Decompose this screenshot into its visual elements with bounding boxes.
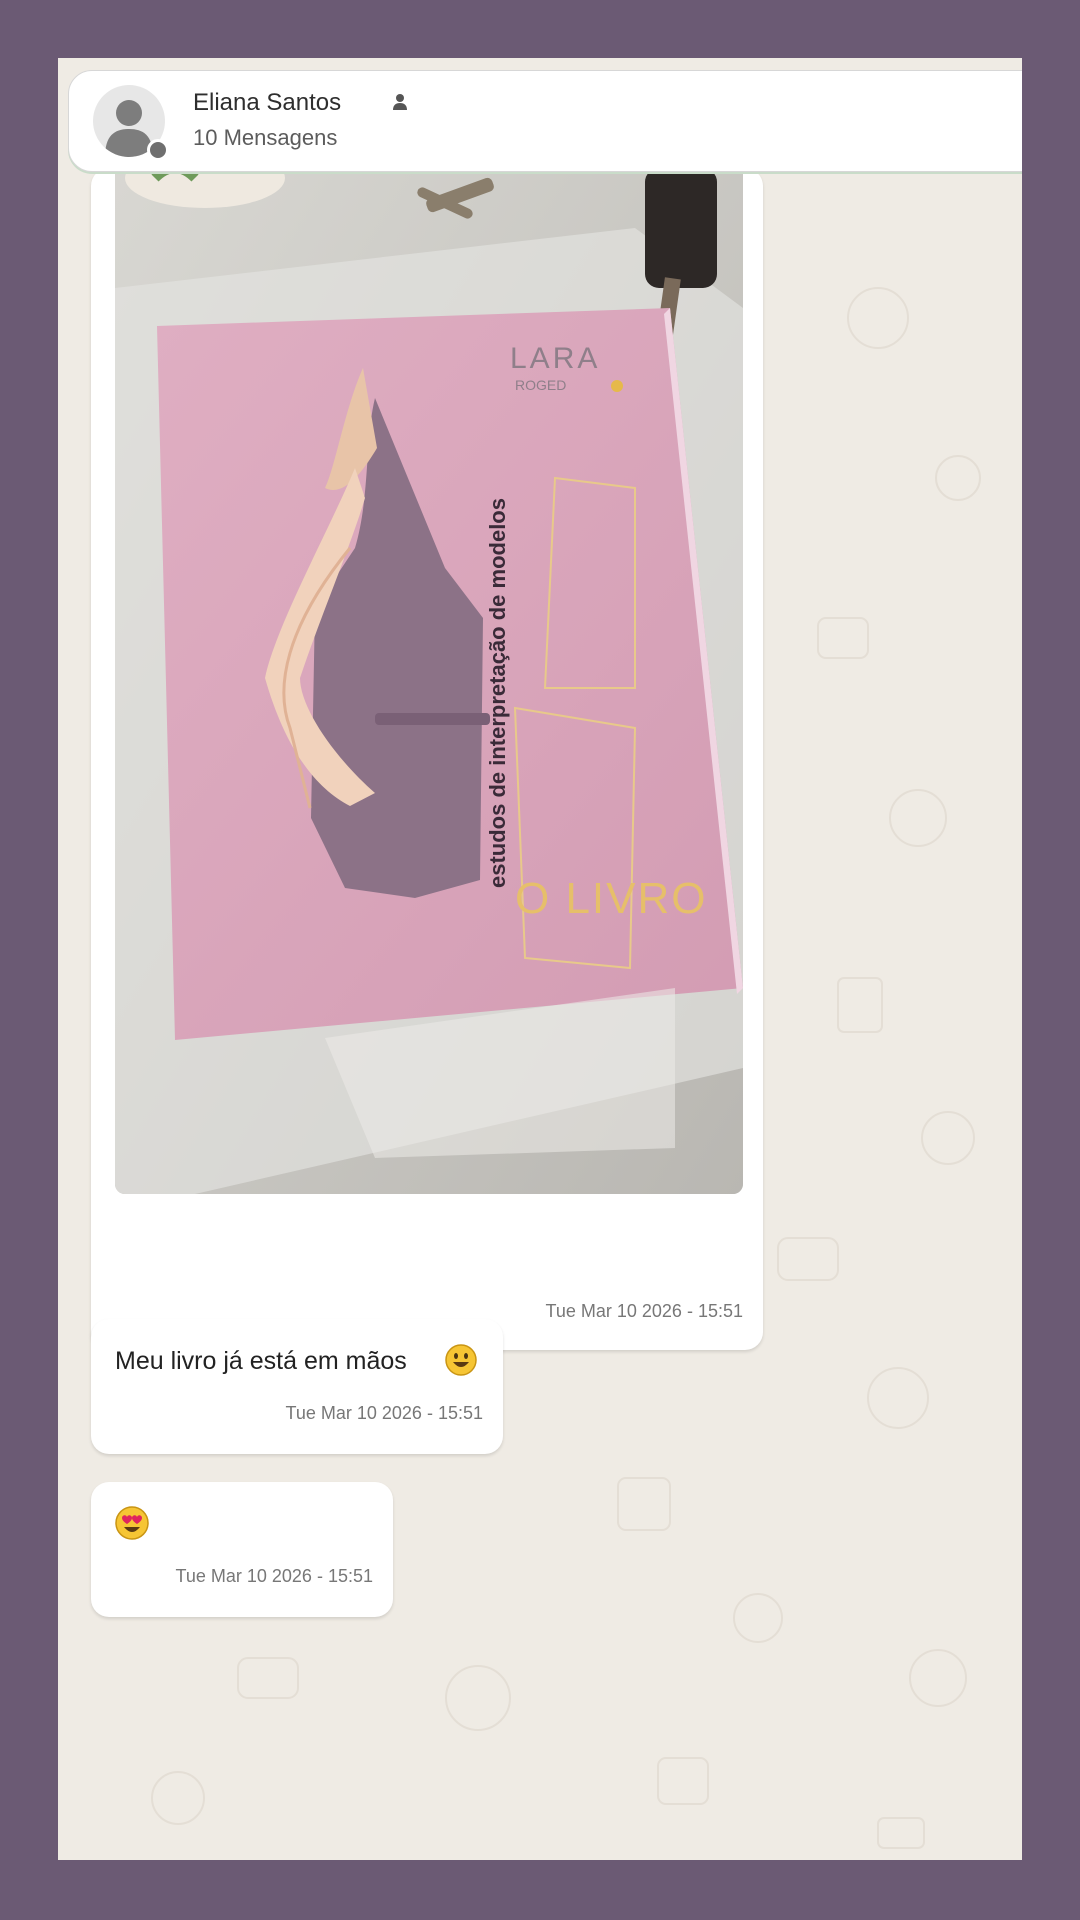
emoji-message-bubble[interactable]: Tue Mar 10 2026 - 15:51: [91, 1482, 393, 1617]
chat-header[interactable]: Eliana Santos 10 Mensagens: [68, 70, 1022, 172]
chat-panel: Eliana Santos 10 Mensagens LARA ROGED es…: [58, 58, 1022, 1860]
message-count: 10 Mensagens: [193, 125, 338, 150]
message-timestamp: Tue Mar 10 2026 - 15:51: [545, 1301, 743, 1321]
image-message-bubble[interactable]: LARA ROGED estudos de interpretação de m…: [91, 168, 763, 1350]
book-photo[interactable]: LARA ROGED estudos de interpretação de m…: [115, 168, 743, 1194]
text-message-bubble[interactable]: Meu livro já está em mãos Tue Mar 10 202…: [91, 1319, 503, 1454]
book-brand: LARA: [510, 342, 600, 375]
smiling-face-icon: [445, 1344, 477, 1376]
book-spine-title: estudos de interpretação de modelos: [485, 498, 510, 888]
status-indicator: [147, 139, 169, 161]
book-cover-title: O LIVRO: [515, 874, 708, 923]
book-brand-sub: ROGED: [515, 377, 566, 393]
contact-name[interactable]: Eliana Santos: [193, 89, 341, 117]
message-timestamp: Tue Mar 10 2026 - 15:51: [285, 1403, 483, 1423]
message-timestamp: Tue Mar 10 2026 - 15:51: [175, 1566, 373, 1586]
heart-eyes-face-icon: [115, 1506, 149, 1540]
message-text: Meu livro já está em mãos: [115, 1347, 407, 1375]
person-icon: [393, 94, 407, 110]
